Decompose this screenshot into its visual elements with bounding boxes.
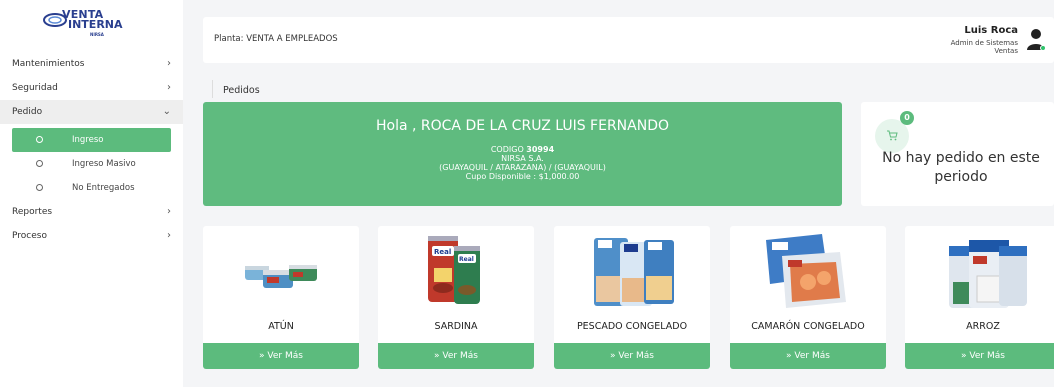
circle-icon (36, 136, 43, 143)
ver-mas-button[interactable]: » Ver Más (730, 343, 886, 369)
product-card-atun[interactable]: ATÚN » Ver Más (203, 226, 359, 369)
planta-label: Planta: VENTA A EMPLEADOS (214, 34, 338, 44)
ver-mas-button[interactable]: » Ver Más (554, 343, 710, 369)
sidebar-item-pedido[interactable]: Pedido ⌄ (0, 100, 183, 124)
product-card-arroz[interactable]: ARROZ » Ver Más (905, 226, 1054, 369)
ver-mas-button[interactable]: » Ver Más (203, 343, 359, 369)
sidebar-nav: Mantenimientos › Seguridad › Pedido ⌄ In… (0, 52, 183, 248)
ver-mas-button[interactable]: » Ver Más (378, 343, 534, 369)
chevron-right-icon: › (167, 206, 171, 217)
sidebar-subitem-label: Ingreso Masivo (72, 159, 136, 169)
logo-line3: NIRSA (90, 32, 104, 37)
cart-empty-message: No hay pedido en este periodo (882, 150, 1040, 185)
sidebar-item-label: Reportes (12, 207, 53, 217)
svg-text:Real: Real (459, 256, 474, 263)
cart-count-badge: 0 (900, 111, 914, 125)
sidebar-item-seguridad[interactable]: Seguridad › (0, 76, 183, 100)
codigo-label: CODIGO (490, 145, 524, 154)
sidebar-subitem-ingreso-masivo[interactable]: Ingreso Masivo (12, 152, 171, 176)
product-name: PESCADO CONGELADO (576, 321, 688, 332)
tuna-cans-image (245, 265, 317, 288)
circle-icon (36, 160, 43, 167)
breadcrumb: Pedidos (212, 80, 260, 98)
rice-bags-image (949, 240, 1027, 308)
cupo-disponible: Cupo Disponible : $1,000.00 (465, 172, 580, 181)
user-role-line2: Ventas (994, 47, 1018, 55)
product-name: ARROZ (966, 321, 1000, 332)
sidebar-item-reportes[interactable]: Reportes › (0, 200, 183, 224)
sidebar-item-proceso[interactable]: Proceso › (0, 224, 183, 248)
product-name: CAMARÓN CONGELADO (751, 321, 865, 332)
user-role-line1: Admin de Sistemas (950, 39, 1018, 47)
sidebar: VENTA INTERNA NIRSA Mantenimientos › Seg… (0, 0, 183, 387)
ver-mas-button[interactable]: » Ver Más (905, 343, 1054, 369)
chevron-right-icon: › (167, 82, 171, 93)
logo[interactable]: VENTA INTERNA NIRSA (42, 9, 142, 41)
frozen-fish-packages-image (594, 238, 674, 306)
user-name[interactable]: Luis Roca (964, 25, 1018, 36)
chevron-right-icon: › (167, 230, 171, 241)
sidebar-subitem-label: No Entregados (72, 183, 135, 193)
cart-card[interactable]: 0 No hay pedido en este periodo (861, 102, 1054, 206)
product-name: ATÚN (268, 321, 294, 332)
sidebar-subitem-ingreso[interactable]: Ingreso (12, 128, 171, 152)
frozen-shrimp-boxes-image (766, 234, 846, 308)
welcome-banner: Hola , ROCA DE LA CRUZ LUIS FERNANDO COD… (203, 102, 842, 206)
sidebar-item-label: Mantenimientos (12, 59, 85, 69)
sidebar-item-label: Proceso (12, 231, 47, 241)
product-card-sardina[interactable]: Real Real SARDINA » Ver Más (378, 226, 534, 369)
codigo-line: CODIGO 30994 (203, 145, 842, 154)
user-role: Admin de Sistemas Ventas (898, 39, 1018, 55)
svg-text:Real: Real (434, 248, 451, 256)
codigo-value: 30994 (526, 145, 555, 154)
sidebar-item-label: Seguridad (12, 83, 58, 93)
greeting: Hola , ROCA DE LA CRUZ LUIS FERNANDO (376, 118, 669, 134)
product-card-camaron-congelado[interactable]: CAMARÓN CONGELADO » Ver Más (730, 226, 886, 369)
sidebar-item-label: Pedido (12, 107, 43, 117)
logo-line2: INTERNA (68, 18, 123, 31)
chevron-right-icon: › (167, 58, 171, 69)
company-name: NIRSA S.A. (501, 154, 544, 163)
location: (GUAYAQUIL / ATARAZANA) / (GUAYAQUIL) (439, 163, 606, 172)
chevron-down-icon: ⌄ (162, 106, 171, 117)
cart-icon (887, 130, 898, 141)
sidebar-subitem-label: Ingreso (72, 135, 104, 145)
product-card-pescado-congelado[interactable]: PESCADO CONGELADO » Ver Más (554, 226, 710, 369)
online-status-dot (1040, 45, 1046, 51)
sidebar-subitem-no-entregados[interactable]: No Entregados (12, 176, 171, 200)
top-bar: Planta: VENTA A EMPLEADOS Luis Roca Admi… (203, 17, 1054, 63)
product-name: SARDINA (434, 321, 478, 332)
sardine-cans-image: Real Real (428, 236, 480, 304)
circle-icon (36, 184, 43, 191)
sidebar-item-mantenimientos[interactable]: Mantenimientos › (0, 52, 183, 76)
